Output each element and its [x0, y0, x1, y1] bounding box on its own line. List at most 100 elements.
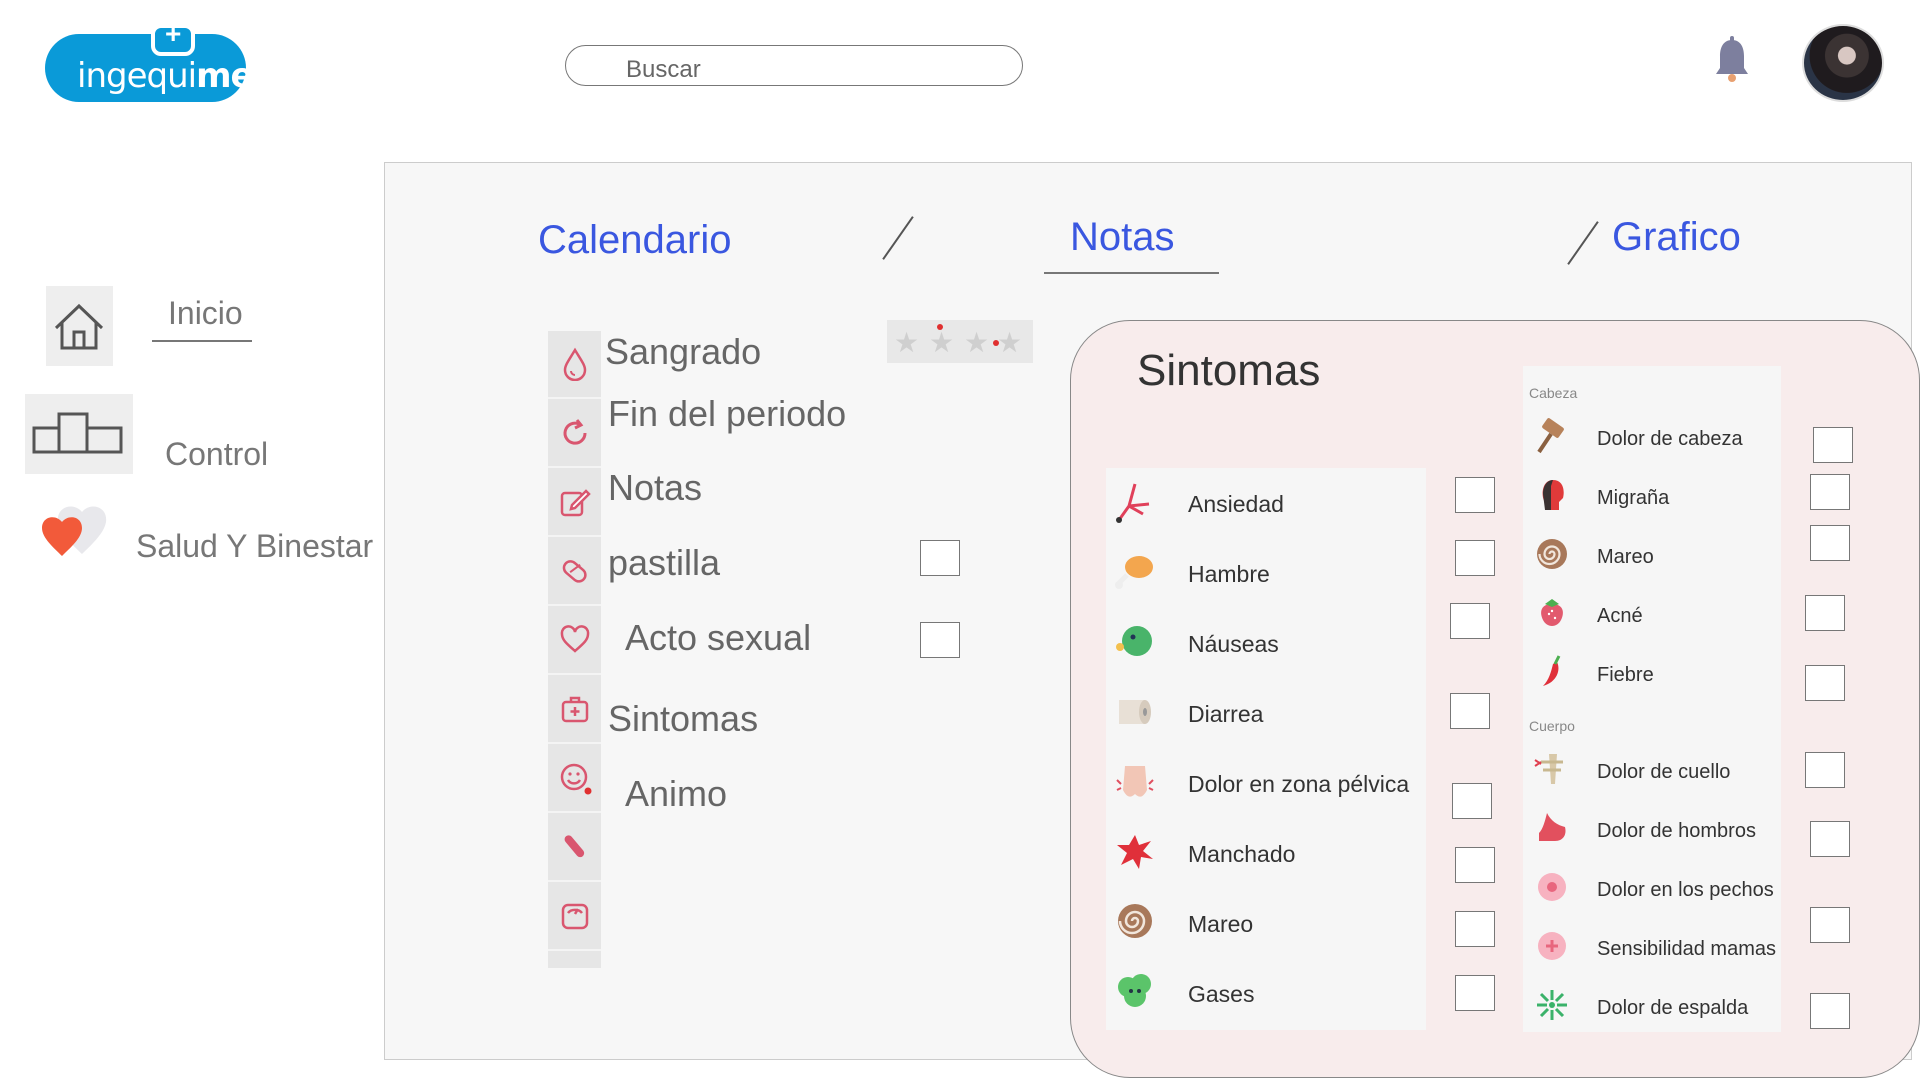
symptom-label: Fiebre: [1597, 664, 1654, 686]
acto-sexual-checkbox[interactable]: [920, 622, 960, 658]
spiral-icon: [1537, 539, 1567, 569]
search-input[interactable]: Buscar: [565, 45, 1023, 86]
section-cuerpo-header: Cuerpo: [1529, 718, 1575, 734]
heart-icon: [42, 506, 107, 556]
logo-text-bold: med: [196, 56, 277, 96]
star-icon[interactable]: ★: [894, 326, 919, 359]
symptom-label: Mareo: [1188, 911, 1254, 937]
symptom-label: Dolor en los pechos: [1597, 879, 1774, 901]
tab-grafico[interactable]: Grafico: [1612, 215, 1741, 260]
breast-plus-icon: [1538, 932, 1566, 960]
thermometer-icon[interactable]: [548, 814, 601, 882]
breast-icon: [1538, 873, 1566, 901]
symptom-label: Diarrea: [1188, 701, 1264, 727]
tracking-sintomas[interactable]: Sintomas: [608, 698, 758, 740]
smile-icon[interactable]: [548, 745, 601, 813]
sidebar-item-underline: [152, 340, 252, 342]
symptom-label: Hambre: [1188, 561, 1270, 587]
strawberry-icon: [1541, 599, 1563, 626]
symptom-checkbox[interactable]: [1455, 975, 1495, 1011]
symptom-label: Mareo: [1597, 546, 1654, 568]
lightning-icon: [1116, 483, 1150, 523]
pastilla-checkbox[interactable]: [920, 540, 960, 576]
tab-notas[interactable]: Notas: [1070, 215, 1175, 260]
symptom-label: Manchado: [1188, 841, 1296, 867]
gas-cloud-icon: [1118, 974, 1151, 1007]
red-dot: [937, 324, 943, 330]
symptom-label: Dolor de cabeza: [1597, 428, 1743, 450]
tracking-notas[interactable]: Notas: [608, 467, 702, 509]
bell-icon[interactable]: [1711, 36, 1753, 84]
logo-text: ingequimed: [77, 56, 277, 96]
neck-icon: [1534, 754, 1563, 784]
search-placeholder: Buscar: [626, 56, 701, 83]
tracking-pastilla[interactable]: pastilla: [608, 542, 720, 584]
symptom-label: Dolor de espalda: [1597, 997, 1749, 1019]
symptom-checkbox[interactable]: [1810, 474, 1850, 510]
symptom-checkbox[interactable]: [1805, 595, 1845, 631]
home-icon: [46, 286, 113, 366]
star-icon[interactable]: ★: [929, 326, 954, 359]
symptom-checkbox[interactable]: [1450, 603, 1490, 639]
heart-outline-icon[interactable]: [548, 607, 601, 675]
toilet-paper-icon: [1119, 700, 1151, 724]
sidebar-item-label: Inicio: [168, 295, 243, 331]
hammer-icon: [1537, 418, 1564, 454]
refresh-icon[interactable]: [548, 400, 601, 468]
tracking-acto-sexual[interactable]: Acto sexual: [625, 617, 811, 659]
symptom-checkbox[interactable]: [1810, 907, 1850, 943]
section-cabeza-header: Cabeza: [1529, 385, 1578, 401]
symptom-checkbox[interactable]: [1455, 540, 1495, 576]
pill-icon[interactable]: [548, 538, 601, 606]
podium-icon: [25, 394, 133, 474]
symptom-checkbox[interactable]: [1810, 525, 1850, 561]
symptom-checkbox[interactable]: [1810, 821, 1850, 857]
star-icon[interactable]: ★: [997, 326, 1022, 359]
edit-icon[interactable]: [548, 469, 601, 537]
symptom-checkbox[interactable]: [1805, 665, 1845, 701]
tracking-animo[interactable]: Animo: [625, 773, 727, 815]
medkit-icon[interactable]: [548, 676, 601, 744]
symptom-label: Sensibilidad mamas: [1597, 938, 1776, 960]
symptom-label: Migraña: [1597, 487, 1670, 509]
nausea-face-icon: [1116, 626, 1152, 656]
symptom-checkbox[interactable]: [1455, 847, 1495, 883]
symptom-checkbox[interactable]: [1805, 752, 1845, 788]
chat-bubble-icon: +: [151, 20, 195, 56]
rating-stars[interactable]: ★ ★ ★ ★: [887, 320, 1033, 363]
tracking-sangrado[interactable]: Sangrado: [605, 331, 761, 373]
symptom-checkbox[interactable]: [1455, 477, 1495, 513]
red-dot: [993, 340, 999, 346]
sidebar-item-label: Control: [165, 436, 269, 472]
drumstick-icon: [1115, 556, 1153, 589]
tab-calendario[interactable]: Calendario: [538, 218, 731, 263]
chili-icon: [1543, 655, 1561, 686]
symptom-checkbox[interactable]: [1810, 993, 1850, 1029]
tracking-fin-periodo[interactable]: Fin del periodo: [608, 393, 846, 435]
star-icon[interactable]: ★: [964, 326, 989, 359]
symptom-checkbox[interactable]: [1455, 911, 1495, 947]
symptom-checkbox[interactable]: [1813, 427, 1853, 463]
symptom-label: Dolor de cuello: [1597, 761, 1731, 783]
symptom-label: Acné: [1597, 605, 1643, 627]
symptom-label: Dolor en zona pélvica: [1188, 771, 1410, 797]
shoulder-icon: [1539, 813, 1566, 841]
logo-text-light: ingequi: [77, 56, 197, 96]
active-tab-indicator: [1044, 272, 1219, 274]
back-icon: [1537, 990, 1567, 1020]
tracking-icon-column: [548, 331, 601, 968]
symptom-label: Dolor de hombros: [1597, 820, 1756, 842]
symptom-checkbox[interactable]: [1452, 783, 1492, 819]
drop-icon[interactable]: [548, 331, 601, 399]
logo-plus: +: [165, 18, 182, 49]
symptom-label: Ansiedad: [1188, 491, 1284, 517]
pelvis-icon: [1116, 766, 1154, 797]
scale-icon[interactable]: [548, 883, 601, 951]
symptom-label: Náuseas: [1188, 631, 1279, 657]
spiral-icon: [1118, 904, 1152, 938]
symptom-checkbox[interactable]: [1450, 693, 1490, 729]
sidebar-item-label: Salud Y Binestar: [136, 528, 374, 564]
app-logo[interactable]: + ingequimed: [45, 20, 277, 102]
splatter-icon: [1117, 835, 1153, 869]
user-avatar[interactable]: [1802, 24, 1884, 102]
